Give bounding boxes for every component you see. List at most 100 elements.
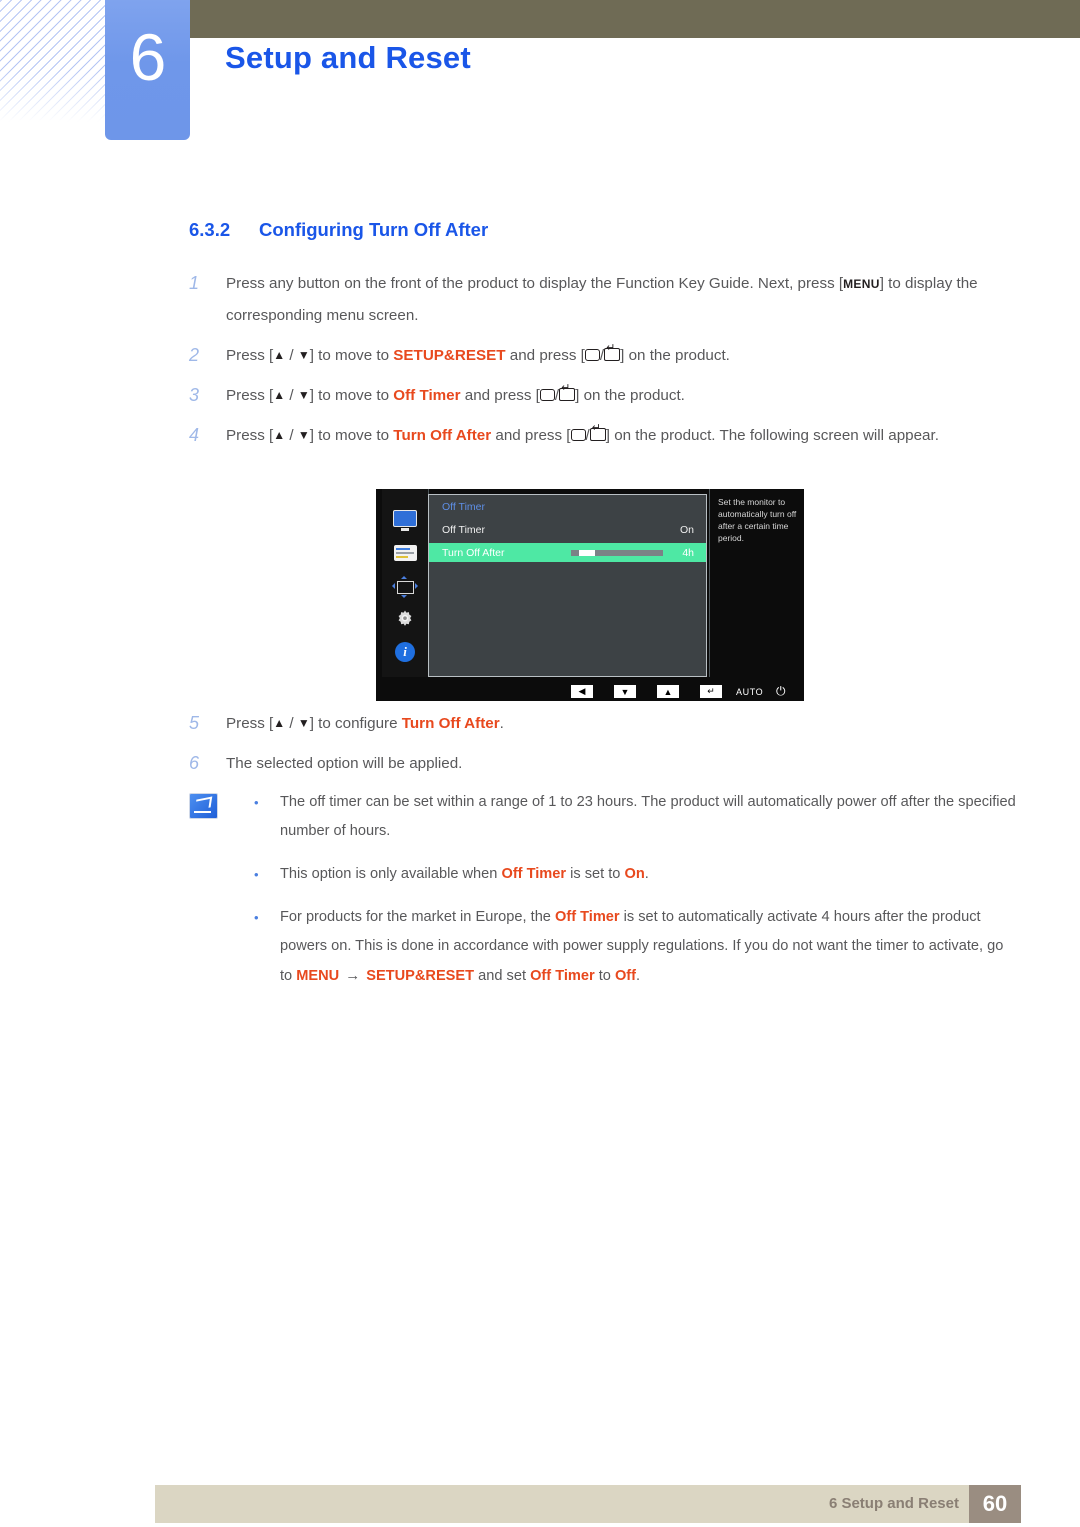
enter-key-icon [604,343,621,361]
step-item: 1 Press any button on the front of the pr… [189,268,1019,331]
note-bullet-item: The off timer can be set within a range … [242,788,1019,846]
step-body: Press any button on the front of the pro… [226,275,978,324]
step-body: Press [▲ / ▼] to move to Off Timer and p… [226,383,685,404]
step-item: 5 Press [▲ / ▼] to configure Turn Off Aft… [189,708,1019,739]
info-icon: i [395,642,415,662]
key-separator: / [285,347,298,364]
up-arrow-icon: ▲ [273,348,286,362]
step-text: and set [474,968,531,984]
emphasis-text: Turn Off After [401,715,500,732]
emphasis-text: MENU [296,968,340,984]
note-bullet-list: The off timer can be set within a range … [242,788,1019,1005]
step-item: 4 Press [▲ / ▼] to move to Turn Off After… [189,420,1019,451]
osd-sidebar-item-setup-reset[interactable] [382,607,428,633]
step-text: ] on the product. [575,387,685,404]
up-arrow-icon: ▲ [273,388,286,402]
osd-power-button[interactable]: ⏻ [776,684,786,698]
step-text: The off timer can be set within a range … [280,794,1016,839]
step-text: Press [ [226,715,274,732]
step-text: This option is only available when [280,866,502,882]
osd-left-button[interactable]: ◀ [571,685,593,698]
osd-down-button[interactable]: ▼ [614,685,636,698]
menu-key-label: MENU [843,277,880,291]
step-number: 6 [189,753,200,773]
osd-row-turn-off-after[interactable]: Turn Off After 4h [429,543,706,562]
section-title: Configuring Turn Off After [259,219,489,240]
rounded-rect-key-icon [584,349,600,361]
page-footer: 6 Setup and Reset 60 [155,1485,1021,1523]
section-number: 6.3.2 [189,219,231,240]
step-item: 2 Press [▲ / ▼] to move to SETUP&RESET an… [189,340,1019,371]
step-text: ] to configure [309,715,402,732]
step-text: Press [ [226,427,274,444]
step-body: The selected option will be applied. [226,755,462,772]
emphasis-text: Off [614,968,637,984]
step-text: . [644,866,649,882]
osd-enter-button[interactable]: ↵ [700,685,722,698]
step-body: Press [▲ / ▼] to configure Turn Off Afte… [226,715,504,732]
down-arrow-icon: ▼ [297,348,310,362]
enter-key-icon [559,383,576,401]
note-bullet-item: This option is only available when Off T… [242,860,1019,889]
note-pencil-icon [189,793,218,819]
step-text: ] on the product. [620,347,730,364]
step-text: . [499,715,504,732]
steps-list-secondary: 5 Press [▲ / ▼] to configure Turn Off Aft… [189,708,1019,788]
osd-screenshot: i Off Timer Off Timer On Turn Off After … [376,489,804,701]
osd-up-button[interactable]: ▲ [657,685,679,698]
down-arrow-icon: ▼ [297,388,310,402]
chapter-number: 6 [129,20,167,94]
chapter-tab: 6 [105,0,190,140]
osd-sidebar-item-picture[interactable] [382,505,428,531]
key-separator: / [285,427,298,444]
up-arrow-icon: ▲ [273,428,286,442]
chapter-title: Setup and Reset [225,40,471,75]
monitor-icon [393,509,417,531]
step-text: ] to move to [309,427,394,444]
osd-sidebar-item-information[interactable]: i [382,639,428,665]
osd-row-value: 4h [682,546,694,559]
enter-key-icon [589,423,606,441]
step-body: Press [▲ / ▼] to move to Turn Off After … [226,423,939,444]
osd-row-off-timer[interactable]: Off Timer On [429,520,706,539]
osd-button-bar: ◀ ▼ ▲ ↵ AUTO ⏻ [376,682,804,701]
osd-menu-panel: Off Timer Off Timer On Turn Off After 4h [428,494,707,677]
osd-row-label: Turn Off After [442,546,505,559]
step-number: 1 [189,273,200,293]
osd-row-label: Off Timer [442,523,485,536]
step-body: Press [▲ / ▼] to move to SETUP&RESET and… [226,343,730,364]
emphasis-text: Off Timer [501,866,567,882]
emphasis-text: Off Timer [530,968,595,984]
osd-menu-title: Off Timer [442,501,485,513]
step-text: Press [ [226,387,274,404]
header-olive-bar [190,0,1080,38]
step-text: to [594,968,615,984]
step-text: ] to move to [309,347,394,364]
step-number: 3 [189,385,200,405]
step-item: 6 The selected option will be applied. [189,748,1019,779]
osd-sidebar-item-onscreen-display[interactable] [382,540,428,566]
osd-body: i Off Timer Off Timer On Turn Off After … [376,489,804,677]
osd-auto-button[interactable]: AUTO [736,685,763,698]
decorative-hatch-pattern [0,0,108,122]
turn-off-after-slider[interactable] [571,550,663,556]
step-text: ] on the product. The following screen w… [605,427,939,444]
slider-handle[interactable] [578,550,595,556]
emphasis-text: Off Timer [393,387,461,404]
step-number: 5 [189,713,200,733]
key-separator: / [285,387,298,404]
key-separator: / [285,715,298,732]
step-text: The selected option will be applied. [226,755,463,772]
rounded-rect-key-icon [539,389,555,401]
right-arrow-icon: → [345,967,361,984]
step-text: ] to move to [309,387,394,404]
up-arrow-icon: ▲ [273,716,286,730]
osd-sidebar-item-position[interactable] [382,574,428,600]
step-text: and press [ [491,427,571,444]
step-text: For products for the market in Europe, t… [280,909,555,925]
emphasis-text: On [624,866,645,882]
emphasis-text: Off Timer [554,909,620,925]
emphasis-text: SETUP&RESET [366,968,475,984]
osd-description-text: Set the monitor to automatically turn of… [718,497,797,543]
rounded-rect-key-icon [570,429,586,441]
